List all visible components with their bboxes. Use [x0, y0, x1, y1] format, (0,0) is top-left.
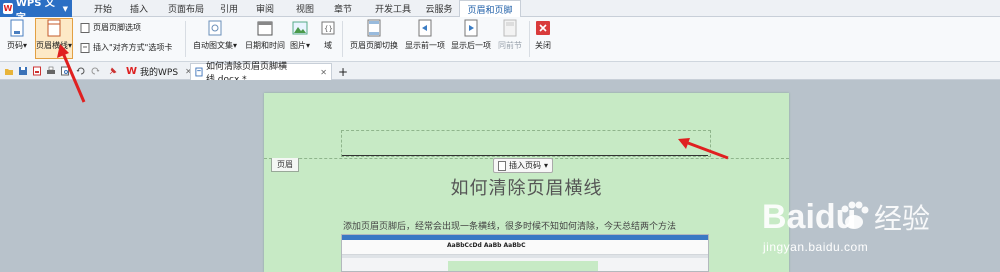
- date-time-button[interactable]: 日期和时间: [242, 19, 288, 51]
- options-icon: [80, 22, 90, 33]
- show-prev-label: 显示前一项: [405, 41, 445, 50]
- same-as-prev-button[interactable]: 同前节: [496, 19, 524, 51]
- auto-text-label: 自动图文集: [192, 41, 233, 50]
- page-number-icon: [10, 19, 24, 37]
- document-icon: [498, 160, 506, 171]
- tab-references[interactable]: 引用: [216, 0, 242, 17]
- wps-logo-icon: W: [3, 3, 13, 14]
- insert-align-tab-button[interactable]: 插入"对齐方式"选项卡: [80, 42, 172, 53]
- pin-icon[interactable]: [108, 66, 118, 76]
- embedded-font-sample: AaBbCcDd AaBb AaBbC: [447, 242, 526, 249]
- chevron-down-icon: ▾: [544, 161, 549, 170]
- tab-home[interactable]: 开始: [88, 0, 118, 17]
- close-tab-icon[interactable]: ✕: [320, 68, 327, 77]
- watermark-brand: Baidu: [762, 198, 856, 236]
- close-header-footer-button[interactable]: 关闭: [533, 19, 553, 51]
- open-icon[interactable]: [4, 66, 14, 76]
- tab-cloud[interactable]: 云服务: [421, 0, 457, 17]
- header-line-label: 页眉横线: [36, 41, 68, 50]
- tab-header-footer[interactable]: 页眉和页脚: [459, 0, 521, 18]
- insert-align-icon: [80, 42, 90, 53]
- page-number-button[interactable]: 页码▾: [5, 19, 29, 51]
- header-footer-options-button[interactable]: 页眉页脚选项: [80, 22, 141, 33]
- watermark-brand-cn: 经验: [874, 202, 930, 235]
- embedded-screenshot: AaBbCcDd AaBb AaBbC: [341, 234, 709, 272]
- tab-review[interactable]: 审阅: [252, 0, 278, 17]
- close-label: 关闭: [535, 41, 551, 50]
- same-as-prev-icon: [503, 19, 517, 37]
- chevron-down-icon: ▼: [62, 4, 68, 13]
- quick-toolbar: W 我的WPS ✕ 如何清除页眉页脚横线.docx * ✕ +: [0, 62, 1000, 85]
- tab-view[interactable]: 视图: [292, 0, 318, 17]
- switch-header-footer-button[interactable]: 页眉页脚切换: [348, 19, 400, 51]
- tab-page-layout[interactable]: 页面布局: [162, 0, 210, 17]
- embedded-toolbar: [342, 255, 708, 258]
- show-next-icon: [464, 19, 478, 37]
- export-pdf-icon[interactable]: [32, 66, 42, 76]
- print-icon[interactable]: [46, 66, 56, 76]
- ribbon-separator: [342, 21, 343, 57]
- show-next-button[interactable]: 显示后一项: [449, 19, 493, 51]
- ribbon-header-footer: 页码▾ 页眉横线▾ 页眉页脚选项 插入"对齐方式"选项卡 自动图文集▾ 日期和时…: [0, 17, 1000, 62]
- tab-insert[interactable]: 插入: [124, 0, 154, 17]
- insert-page-number-button[interactable]: 插入页码 ▾: [493, 158, 554, 173]
- tab-developer[interactable]: 开发工具: [370, 0, 416, 17]
- same-as-prev-label: 同前节: [498, 41, 522, 50]
- document-body-text: 添加页眉页脚后，经常会出现一条横线，很多时候不知如何清除，今天总结两个方法: [343, 222, 677, 232]
- print-preview-icon[interactable]: [60, 66, 70, 76]
- baidu-jingyan-watermark: Baidu 经验: [762, 198, 930, 236]
- header-line-icon: [47, 19, 61, 37]
- insert-page-number-label: 插入页码: [509, 161, 541, 170]
- switch-header-footer-label: 页眉页脚切换: [350, 41, 398, 50]
- svg-text:{}: {}: [324, 25, 333, 33]
- show-prev-button[interactable]: 显示前一项: [403, 19, 447, 51]
- picture-button[interactable]: 图片▾: [289, 19, 311, 51]
- document-title: 如何清除页眉横线: [450, 178, 603, 199]
- wps-logo-icon: W: [126, 66, 138, 77]
- header-tag: 页眉: [271, 158, 299, 172]
- field-icon: {}: [321, 21, 335, 35]
- header-footer-options-label: 页眉页脚选项: [93, 23, 141, 32]
- save-icon[interactable]: [18, 66, 28, 76]
- tab-my-wps-label: 我的WPS: [140, 68, 179, 78]
- wps-window: W WPS 文字 ▼ 开始 插入 页面布局 引用 审阅 视图 章节 开发工具 云…: [0, 0, 1000, 272]
- field-button[interactable]: {} 域: [318, 19, 338, 51]
- picture-label: 图片: [289, 41, 306, 50]
- tab-my-wps[interactable]: W 我的WPS ✕: [122, 63, 196, 80]
- header-horizontal-line[interactable]: [342, 155, 708, 156]
- redo-icon[interactable]: [90, 66, 100, 76]
- calendar-icon: [257, 21, 273, 36]
- picture-icon: [292, 21, 308, 35]
- ribbon-separator: [185, 21, 186, 57]
- date-time-label: 日期和时间: [245, 41, 285, 50]
- embedded-page: [448, 261, 598, 271]
- show-prev-icon: [418, 19, 432, 37]
- ribbon-separator: [529, 21, 530, 57]
- close-icon: [536, 21, 550, 35]
- app-menu-button[interactable]: W WPS 文字 ▼: [0, 0, 72, 24]
- header-line-button[interactable]: 页眉横线▾: [35, 18, 73, 59]
- menu-bar: W WPS 文字 ▼ 开始 插入 页面布局 引用 审阅 视图 章节 开发工具 云…: [0, 0, 1000, 24]
- tab-document[interactable]: 如何清除页眉页脚横线.docx * ✕: [190, 62, 332, 85]
- document-icon: [195, 67, 203, 77]
- field-label: 域: [324, 41, 332, 50]
- undo-icon[interactable]: [76, 66, 86, 76]
- page-number-label: 页码: [6, 41, 23, 50]
- header-edit-area[interactable]: [341, 130, 711, 157]
- watermark-url: jingyan.baidu.com: [763, 240, 869, 254]
- new-tab-button[interactable]: +: [334, 63, 352, 80]
- show-next-label: 显示后一项: [451, 41, 491, 50]
- auto-text-button[interactable]: 自动图文集▾: [191, 19, 239, 51]
- switch-icon: [367, 19, 381, 37]
- tab-section[interactable]: 章节: [330, 0, 356, 17]
- auto-text-icon: [208, 20, 222, 36]
- insert-align-tab-label: 插入"对齐方式"选项卡: [93, 43, 173, 52]
